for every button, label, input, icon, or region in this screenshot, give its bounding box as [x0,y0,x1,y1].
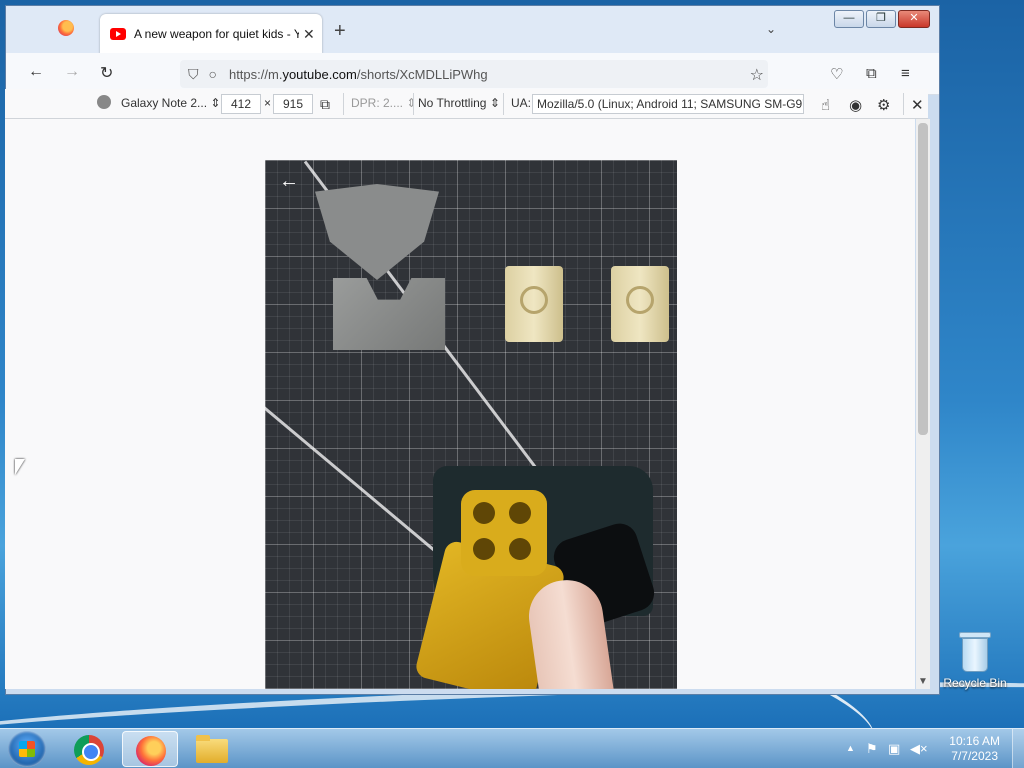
taskbar-explorer[interactable] [184,731,240,767]
multi-barrel-tube [461,490,547,576]
scroll-down-arrow[interactable]: ▼ [918,676,928,687]
recycle-bin[interactable]: Recycle Bin [942,630,1008,690]
mouse-cursor [15,459,25,475]
screenshot-icon[interactable]: ◉ [849,96,862,114]
firefox-view-button[interactable] [58,20,76,38]
tracking-shield-icon[interactable]: ⛉ [188,66,199,83]
clock-time: 10:16 AM [949,734,1000,748]
tab-youtube[interactable]: A new weapon for quiet kids - YouTube ✕ [100,14,322,54]
window-controls: — ❐ ✕ [834,10,930,28]
windows-logo-icon [19,741,35,757]
device-selector[interactable]: Galaxy Note 2... ⇕ [121,96,220,110]
rotate-icon[interactable]: ⧉ [320,96,330,113]
throttling-selector[interactable]: No Throttling ⇕ [418,96,500,110]
back-arrow-icon[interactable]: ← [279,170,299,193]
close-window-button[interactable]: ✕ [898,10,930,28]
recycle-bin-icon [959,630,991,672]
shorts-video-frame[interactable]: ← [265,160,677,689]
clock[interactable]: 10:16 AM 7/7/2023 [949,734,1000,764]
action-center-icon[interactable]: ⚑ [866,741,878,757]
scrollbar-thumb[interactable] [918,123,928,435]
ua-label: UA: [511,96,532,110]
forward-button[interactable]: → [64,63,80,81]
clock-date: 7/7/2023 [951,749,998,763]
reload-button[interactable]: ↻ [100,63,113,83]
show-hidden-icons-button[interactable]: ▲ [846,743,855,753]
network-icon[interactable]: ▣ [888,741,900,757]
viewport-height-input[interactable]: 915 [273,94,313,114]
youtube-icon [110,28,126,40]
touch-simulation-icon[interactable]: ☝ [821,96,830,114]
dpr-selector[interactable]: DPR: 2.... ⇕ [351,96,416,110]
tab-strip: A new weapon for quiet kids - YouTube ✕ … [6,6,939,54]
folder-icon [196,735,228,763]
viewport-width-input[interactable]: 412 [221,94,261,114]
dimension-separator: × [264,96,272,110]
viewport-scrollbar[interactable]: ▼ [916,119,930,689]
tab-title: A new weapon for quiet kids - YouTube [134,27,299,41]
taskbar-firefox[interactable] [122,731,178,767]
tab-close-button[interactable]: ✕ [303,26,315,43]
wooden-target-block [505,266,563,342]
close-rdm-icon[interactable]: ✕ [911,96,924,114]
show-desktop-button[interactable] [1012,729,1024,768]
firefox-icon [58,20,74,36]
system-tray: ▲ ⚑ ▣ ◀× 10:16 AM 7/7/2023 [834,729,1024,768]
chrome-icon [74,735,104,765]
user-agent-input[interactable]: Mozilla/5.0 (Linux; Android 11; SAMSUNG … [532,94,804,114]
extensions-icon[interactable]: ⧉ [866,65,877,82]
recycle-bin-label: Recycle Bin [943,676,1007,690]
bookmark-star-icon[interactable]: ☆ [750,65,764,85]
url-text[interactable]: https://m.youtube.com/shorts/XcMDLLiPWhg [229,67,488,82]
firefox-icon [136,736,166,766]
list-all-tabs-button[interactable]: ⌄ [766,22,776,36]
start-button[interactable] [8,731,46,767]
new-tab-button[interactable]: + [334,20,346,43]
pocket-icon[interactable]: ♡ [830,65,843,83]
wooden-target-block [611,266,669,342]
restore-button[interactable]: ❐ [866,10,896,28]
menu-icon[interactable]: ≡ [901,65,910,82]
minimize-button[interactable]: — [834,10,864,28]
responsive-design-toolbar: Galaxy Note 2... ⇕ 412 × 915 ⧉ DPR: 2...… [5,89,928,119]
volume-muted-icon[interactable]: ◀× [910,741,928,757]
device-icon [97,95,111,109]
lock-icon[interactable]: ○ [209,66,217,82]
taskbar: ▲ ⚑ ▣ ◀× 10:16 AM 7/7/2023 [0,728,1024,768]
taskbar-chrome[interactable] [60,731,116,767]
back-button[interactable]: ← [28,63,44,81]
settings-gear-icon[interactable]: ⚙ [877,96,890,114]
url-bar[interactable]: ⛉ ○ https://m.youtube.com/shorts/XcMDLLi… [180,60,768,88]
